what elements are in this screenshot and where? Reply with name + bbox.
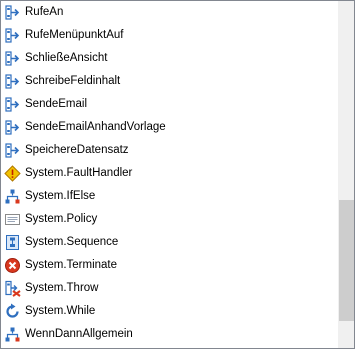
list-item-label: SpeichereDatensatz (25, 144, 129, 156)
list-item-label: WennDannAllgemein (25, 328, 133, 340)
activity-arrow-icon (5, 120, 20, 135)
branch-icon (5, 189, 20, 204)
list-item[interactable]: SpeichereDatensatz (1, 139, 337, 162)
list-item-label: System.Sequence (25, 236, 119, 248)
list-item[interactable]: System.Policy (1, 208, 337, 231)
list-item-label: System.Policy (25, 213, 98, 225)
activity-list: RufeAn RufeMenüpunktAuf SchließeAnsicht Sch… (1, 1, 337, 348)
policy-list-icon (5, 214, 20, 225)
list-item[interactable]: System.While (1, 300, 337, 323)
list-item[interactable]: SchließeAnsicht (1, 47, 337, 70)
activity-arrow-icon (5, 51, 20, 66)
list-item[interactable]: SchreibeFeldinhalt (1, 70, 337, 93)
list-item[interactable]: System.FaultHandler (1, 162, 337, 185)
list-item-label: SchließeAnsicht (25, 52, 108, 64)
activity-arrow-icon (5, 74, 20, 89)
throw-icon (5, 280, 21, 297)
warning-diamond-icon (4, 165, 21, 182)
list-item[interactable]: System.Throw (1, 277, 337, 300)
list-item-label: RufeMenüpunktAuf (25, 29, 124, 41)
list-item[interactable]: System.Terminate (1, 254, 337, 277)
terminate-icon (5, 258, 20, 273)
activity-list-box[interactable]: RufeAn RufeMenüpunktAuf SchließeAnsicht Sch… (0, 0, 355, 349)
list-item[interactable]: RufeAn (1, 1, 337, 24)
list-item-label: System.Throw (25, 282, 99, 294)
list-item-label: RufeAn (25, 6, 64, 18)
list-item-label: System.Terminate (25, 259, 118, 271)
scrollbar-thumb[interactable] (339, 200, 354, 321)
list-item[interactable]: System.IfElse (1, 185, 337, 208)
list-item[interactable]: WennDannAllgemein (1, 323, 337, 346)
branch-icon (5, 327, 20, 342)
vertical-scrollbar[interactable] (337, 1, 354, 348)
list-item[interactable]: SendeEmail (1, 93, 337, 116)
list-item-label: SendeEmailAnhandVorlage (25, 121, 166, 133)
list-item[interactable]: System.Sequence (1, 231, 337, 254)
activity-arrow-icon (5, 97, 20, 112)
list-item[interactable]: RufeMenüpunktAuf (1, 24, 337, 47)
list-item-label: SendeEmail (25, 98, 88, 110)
list-item-label: SchreibeFeldinhalt (25, 75, 121, 87)
list-item[interactable]: SendeEmailAnhandVorlage (1, 116, 337, 139)
list-item-label: System.IfElse (25, 190, 96, 202)
list-item-label: System.FaultHandler (25, 167, 133, 179)
loop-icon (6, 303, 19, 318)
activity-arrow-icon (5, 28, 20, 43)
activity-arrow-icon (5, 5, 20, 20)
activity-arrow-icon (5, 143, 20, 158)
sequence-icon (6, 235, 19, 250)
list-item-label: System.While (25, 305, 96, 317)
